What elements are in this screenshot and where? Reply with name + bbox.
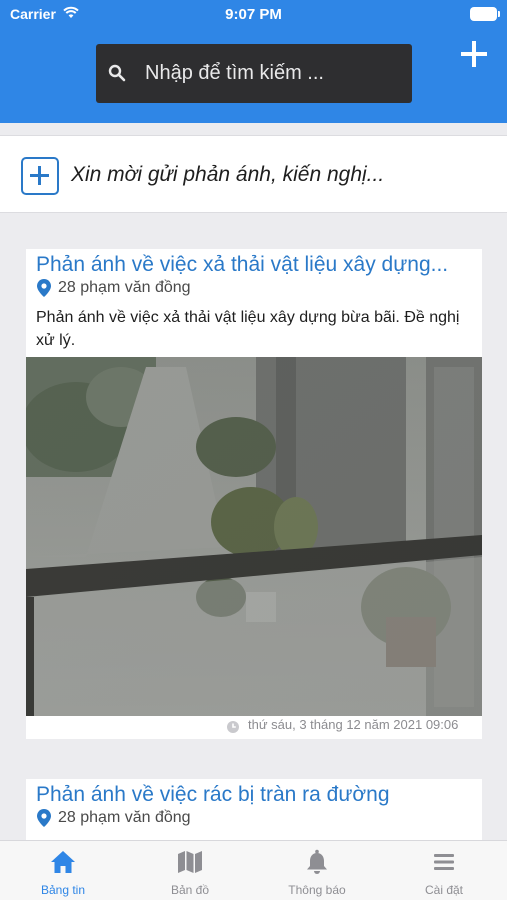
report-title[interactable]: Phản ánh về việc xả thải vật liệu xây dự…: [36, 253, 476, 277]
battery-icon: [470, 7, 500, 21]
app-screen: Carrier 9:07 PM Nhập để tìm kiếm ... Xin…: [0, 0, 507, 900]
tab-label: Bảng tin: [40, 883, 86, 897]
photo-artwork: [26, 357, 482, 716]
home-icon: [51, 851, 75, 873]
tab-settings[interactable]: Cài đặt: [381, 841, 507, 900]
status-bar: Carrier 9:07 PM: [0, 0, 507, 30]
compose-prompt: Xin mời gửi phản ánh, kiến nghị...: [71, 163, 385, 186]
location-pin-icon: [37, 279, 51, 297]
add-report-button[interactable]: [461, 41, 487, 67]
menu-icon: [434, 854, 454, 870]
app-header: Carrier 9:07 PM Nhập để tìm kiếm ...: [0, 0, 507, 123]
report-title[interactable]: Phản ánh về việc rác bị tràn ra đường: [36, 783, 476, 807]
tab-label: Thông báo: [288, 883, 346, 897]
report-body: Phản ánh về việc xả thải vật liệu xây dự…: [36, 309, 460, 349]
tab-label: Bản đồ: [170, 883, 210, 897]
search-icon: [108, 64, 126, 82]
tab-bar: Bảng tin Bản đồ Thông báo Cài đặt: [0, 840, 507, 900]
timestamp-text: thứ sáu, 3 tháng 12 năm 2021 09:06: [248, 717, 459, 732]
search-placeholder[interactable]: Nhập để tìm kiếm ...: [145, 62, 324, 85]
bell-icon: [307, 849, 327, 874]
tab-feed[interactable]: Bảng tin: [0, 841, 126, 900]
clock-icon: [227, 721, 239, 733]
report-timestamp: thứ sáu, 3 tháng 12 năm 2021 09:06: [226, 717, 482, 735]
location-text: 28 phạm văn đồng: [58, 279, 191, 296]
tab-label: Cài đặt: [424, 883, 464, 897]
compose-report-row[interactable]: Xin mời gửi phản ánh, kiến nghị...: [0, 135, 507, 213]
tab-map[interactable]: Bản đồ: [127, 841, 253, 900]
status-time: 9:07 PM: [225, 6, 282, 23]
tab-notifications[interactable]: Thông báo: [254, 841, 380, 900]
plus-square-icon: [21, 157, 59, 195]
map-icon: [178, 851, 202, 873]
location-text: 28 phạm văn đồng: [58, 809, 191, 826]
report-photo[interactable]: [26, 357, 482, 716]
report-card[interactable]: Phản ánh về việc xả thải vật liệu xây dự…: [26, 249, 482, 739]
location-pin-icon: [37, 809, 51, 827]
